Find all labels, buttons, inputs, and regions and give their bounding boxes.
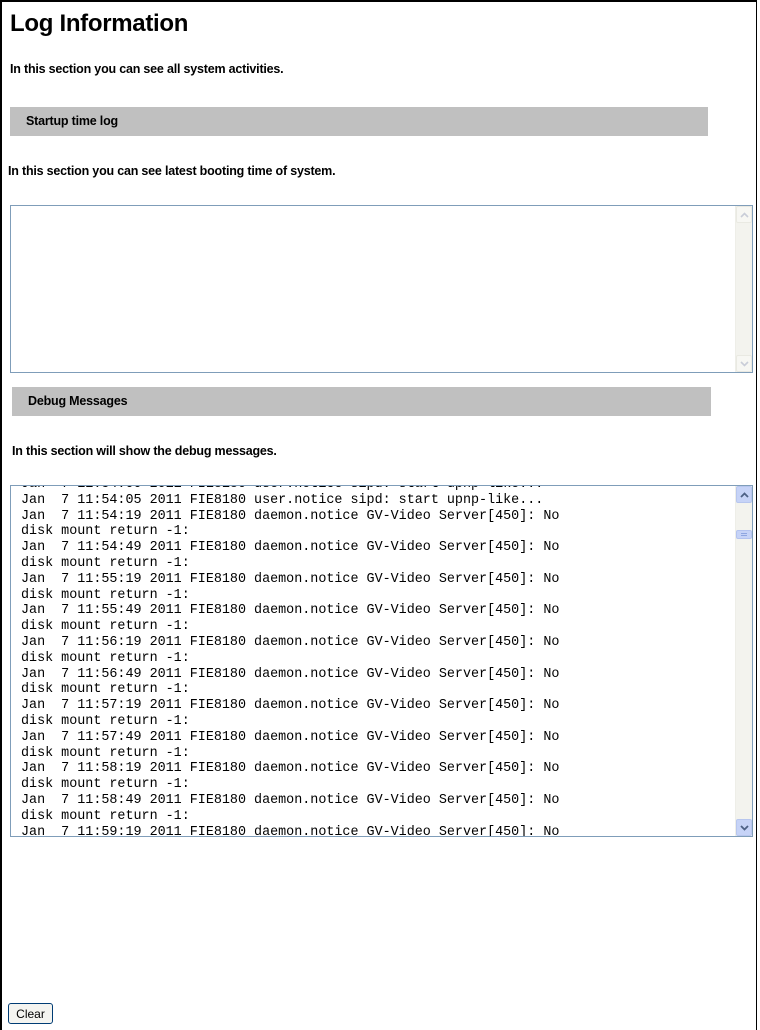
scrollbar-thumb[interactable] xyxy=(736,530,752,539)
log-line: Jan 7 11:54:49 2011 FIE8180 daemon.notic… xyxy=(21,540,560,556)
log-line: disk mount return -1: xyxy=(21,619,190,635)
debug-log-textarea[interactable]: Jan 7 11:54:00 2011 FIE8180 user.notice … xyxy=(10,485,753,837)
debug-section-header: Debug Messages xyxy=(12,387,711,416)
page-intro: In this section you can see all system a… xyxy=(10,62,284,76)
log-line: Jan 7 11:56:19 2011 FIE8180 daemon.notic… xyxy=(21,634,560,650)
log-line: Jan 7 11:59:19 2011 FIE8180 daemon.notic… xyxy=(21,824,560,837)
scroll-down-arrow-icon[interactable] xyxy=(736,819,752,836)
log-line: Jan 7 11:57:19 2011 FIE8180 daemon.notic… xyxy=(21,698,560,714)
log-line: disk mount return -1: xyxy=(21,808,190,824)
log-line: Jan 7 11:55:19 2011 FIE8180 daemon.notic… xyxy=(21,571,560,587)
page-title: Log Information xyxy=(10,10,189,37)
log-line: Jan 7 11:54:00 2011 FIE8180 user.notice … xyxy=(21,486,725,493)
log-line: disk mount return -1: xyxy=(21,555,190,571)
log-line: disk mount return -1: xyxy=(21,713,190,729)
log-line: Jan 7 11:56:49 2011 FIE8180 daemon.notic… xyxy=(21,666,560,682)
scroll-down-arrow-icon[interactable] xyxy=(736,355,752,372)
log-line: Jan 7 11:55:49 2011 FIE8180 daemon.notic… xyxy=(21,603,560,619)
scroll-up-arrow-icon[interactable] xyxy=(736,486,752,503)
log-line: disk mount return -1: xyxy=(21,682,190,698)
log-line: Jan 7 11:54:19 2011 FIE8180 daemon.notic… xyxy=(21,508,560,524)
startup-description: In this section you can see latest booti… xyxy=(8,164,336,178)
log-line: disk mount return -1: xyxy=(21,524,190,540)
log-line: Jan 7 11:57:49 2011 FIE8180 daemon.notic… xyxy=(21,729,560,745)
debug-log-content: Jan 7 11:54:00 2011 FIE8180 user.notice … xyxy=(21,486,725,837)
log-line: Jan 7 11:54:05 2011 FIE8180 user.notice … xyxy=(21,492,544,508)
debug-description: In this section will show the debug mess… xyxy=(12,444,277,458)
clear-button[interactable]: Clear xyxy=(8,1003,53,1024)
scroll-up-arrow-icon[interactable] xyxy=(736,206,752,223)
log-line: disk mount return -1: xyxy=(21,777,190,793)
log-line: disk mount return -1: xyxy=(21,745,190,761)
log-line: disk mount return -1: xyxy=(21,587,190,603)
startup-log-textarea[interactable] xyxy=(10,205,753,373)
debug-scrollbar[interactable] xyxy=(735,486,752,836)
startup-section-header: Startup time log xyxy=(10,107,708,136)
startup-scrollbar[interactable] xyxy=(735,206,752,372)
log-line: Jan 7 11:58:49 2011 FIE8180 daemon.notic… xyxy=(21,792,560,808)
log-line: Jan 7 11:58:19 2011 FIE8180 daemon.notic… xyxy=(21,761,560,777)
log-line: disk mount return -1: xyxy=(21,650,190,666)
